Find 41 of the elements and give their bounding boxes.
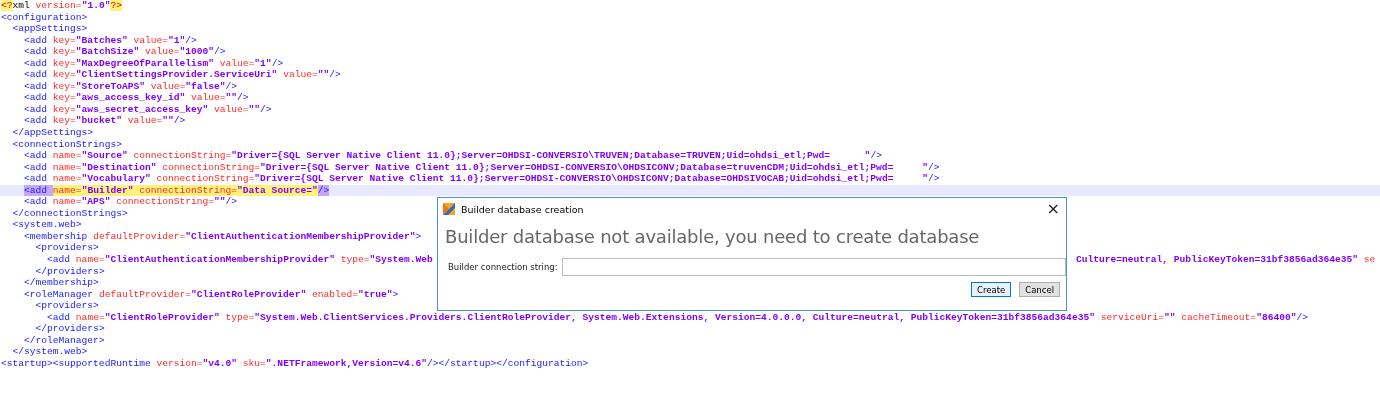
code-line: <?xml version="1.0"?> — [1, 0, 122, 12]
code-line: <add name="Source" connectionString="Driver={SQL Server Native Client 11.0};Server=OHDSI-CONVERSIO\TRUVEN;Database=TRUVEN;Uid=ohdsi_etl;Pwd= "/> — [24, 150, 882, 162]
code-line: <system.web> — [12, 219, 82, 231]
code-line: Culture=neutral, PublicKeyToken=31bf3856ad364e35" se — [1076, 254, 1376, 266]
code-line: <add key="BatchSize" value="1000"/> — [24, 46, 226, 58]
dialog-button[interactable]: Create — [970, 282, 1012, 297]
dialog-title: Builder database creation — [461, 203, 584, 215]
code-line: <roleManager defaultProvider="ClientRoleProvider" enabled="true"> — [24, 288, 399, 301]
code-line: <add key="StoreToAPS" value="false"/> — [24, 80, 238, 93]
code-line: </providers> — [35, 265, 105, 278]
app-logo-icon — [443, 203, 455, 215]
dialog-heading: Builder database not available, you need to create database — [444, 225, 981, 249]
code-line: <startup><supportedRuntime version="v4.0" sku=".NETFramework,Version=v4.6"/></startup></configuration> — [1, 357, 589, 370]
code-line: <add name="Vocabulary" connectionString="Driver={SQL Server Native Client 11.0};Server=OHDSI-CONVERSIO\OHDSICONV;Database=OHDSIVOCAB;Uid=ohdsi_etl;Pwd= "/> — [24, 173, 940, 185]
code-line: <add key="aws_access_key_id" value=""/> — [24, 92, 249, 104]
code-line: </membership> — [24, 277, 99, 289]
code-line: <connectionStrings> — [12, 138, 122, 151]
code-line: </appSettings> — [12, 127, 94, 139]
code-line: <add key="bucket" value=""/> — [24, 115, 186, 127]
code-line: <add name="Builder" connectionString="Data Source="/> — [24, 184, 330, 197]
code-line: <add key="ClientSettingsProvider.ServiceUri" value=""/> — [24, 69, 341, 81]
code-line: <membership defaultProvider="ClientAuthenticationMembershipProvider"> — [24, 230, 422, 243]
code-line: <add key="MaxDegreeOfParallelism" value="1"/> — [24, 57, 284, 70]
code-line: <add key="Batches" value="1"/> — [24, 34, 197, 47]
code-line: </connectionStrings> — [12, 207, 128, 220]
code-line: </providers> — [35, 323, 105, 335]
code-line: <providers> — [35, 300, 99, 312]
code-line: </roleManager> — [24, 334, 105, 347]
code-line: <add name="APS" connectionString=""/> — [24, 196, 238, 208]
close-button[interactable]: × — [1040, 200, 1066, 218]
dialog-button[interactable]: Cancel — [1019, 282, 1060, 297]
code-line: <add key="aws_secret_access_key" value=""/> — [24, 103, 272, 116]
code-line: <add name="Destination" connectionString="Driver={SQL Server Native Client 11.0};Server=OHDSI-CONVERSIO\OHDSICONV;Database=truvenCDM;Uid=ohdsi_etl;Pwd= "/> — [24, 161, 940, 174]
code-line: <providers> — [35, 242, 99, 255]
code-line: <add name="ClientRoleProvider" type="System.Web.ClientServices.Providers.ClientRoleProvider, System.Web.Extensions, Version=4.0.0.0, Culture=neutral, PublicKeyToken=31bf3856ad364e35" serviceUri="" cacheTimeout="86400"/> — [47, 311, 1308, 324]
code-line: </system.web> — [12, 346, 88, 358]
field-label: Builder connection string: — [448, 262, 558, 272]
code-line: <add name="ClientAuthenticationMembershipProvider" type="System.Web — [47, 254, 434, 266]
connection-string-field[interactable] — [561, 258, 1066, 276]
code-line: <appSettings> — [12, 23, 88, 35]
code-line: <configuration> — [1, 11, 88, 24]
